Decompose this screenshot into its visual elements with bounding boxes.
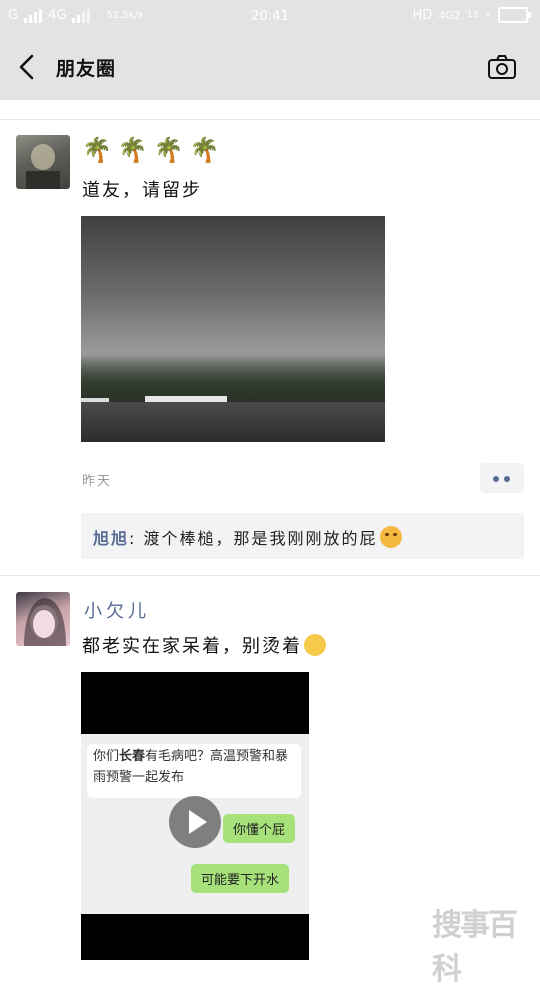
play-icon[interactable] [169,796,221,848]
shy-face-icon [379,526,402,548]
comment-text: 渡个棒槌，那是我刚刚放的屁 [136,529,378,548]
battery-number: 13 [466,10,479,20]
divider [0,119,540,120]
image-road [81,402,385,442]
video-reply-2: 可能要下开水 [191,864,290,893]
status-bar: G 4G 52.5k/s 20:41 HD 4G2 13 ⚡ [0,0,540,34]
avatar-image [24,598,66,646]
comment-author[interactable]: 旭旭 [93,529,129,548]
post-text-content: 都老实在家呆着，别烫着 [82,636,302,657]
camera-icon[interactable] [486,52,518,82]
avatar[interactable] [16,135,70,189]
avatar-image [26,144,60,189]
divider [0,575,540,576]
video-frame: 你们长春有毛病吧？高温预警和暴雨预警一起发布 你懂个屁 可能要下开水 [81,734,309,914]
nav-bar: 朋友圈 [0,34,540,100]
image-treeline [81,356,385,406]
comment-box: 旭旭: 渡个棒槌，那是我刚刚放的屁 [81,513,524,559]
post-image[interactable] [81,216,385,442]
thinking-face-icon [304,634,326,656]
video-incoming-message: 你们长春有毛病吧？高温预警和暴雨预警一起发布 [87,744,301,798]
hd-label: HD [412,7,433,23]
page-title: 朋友圈 [56,58,117,80]
more-actions-button[interactable] [480,463,524,493]
post-username[interactable]: 小欠儿 [84,597,150,623]
post-video[interactable]: 你们长春有毛病吧？高温预警和暴雨预警一起发布 你懂个屁 可能要下开水 [81,672,309,960]
post-text: 都老实在家呆着，别烫着 [82,632,326,658]
charging-icon: ⚡ [484,8,492,22]
battery-icon [498,7,531,23]
video-incoming-prefix: 你们 [93,749,120,764]
avatar[interactable] [16,592,70,646]
network-label-right: 4G2 [438,8,461,22]
watermark: 搜事百科 [432,908,518,987]
video-incoming-bold: 长春 [119,749,146,764]
post-emoji-line: 🌴🌴🌴🌴 [82,136,226,164]
status-right: HD 4G2 13 ⚡ [412,7,531,23]
video-reply-1: 你懂个屁 [223,814,296,843]
post-text: 道友，请留步 [82,180,202,201]
chevron-left-icon[interactable] [14,52,42,82]
post-time: 昨天 [82,474,113,489]
comment[interactable]: 旭旭: 渡个棒槌，那是我刚刚放的屁 [93,525,402,549]
